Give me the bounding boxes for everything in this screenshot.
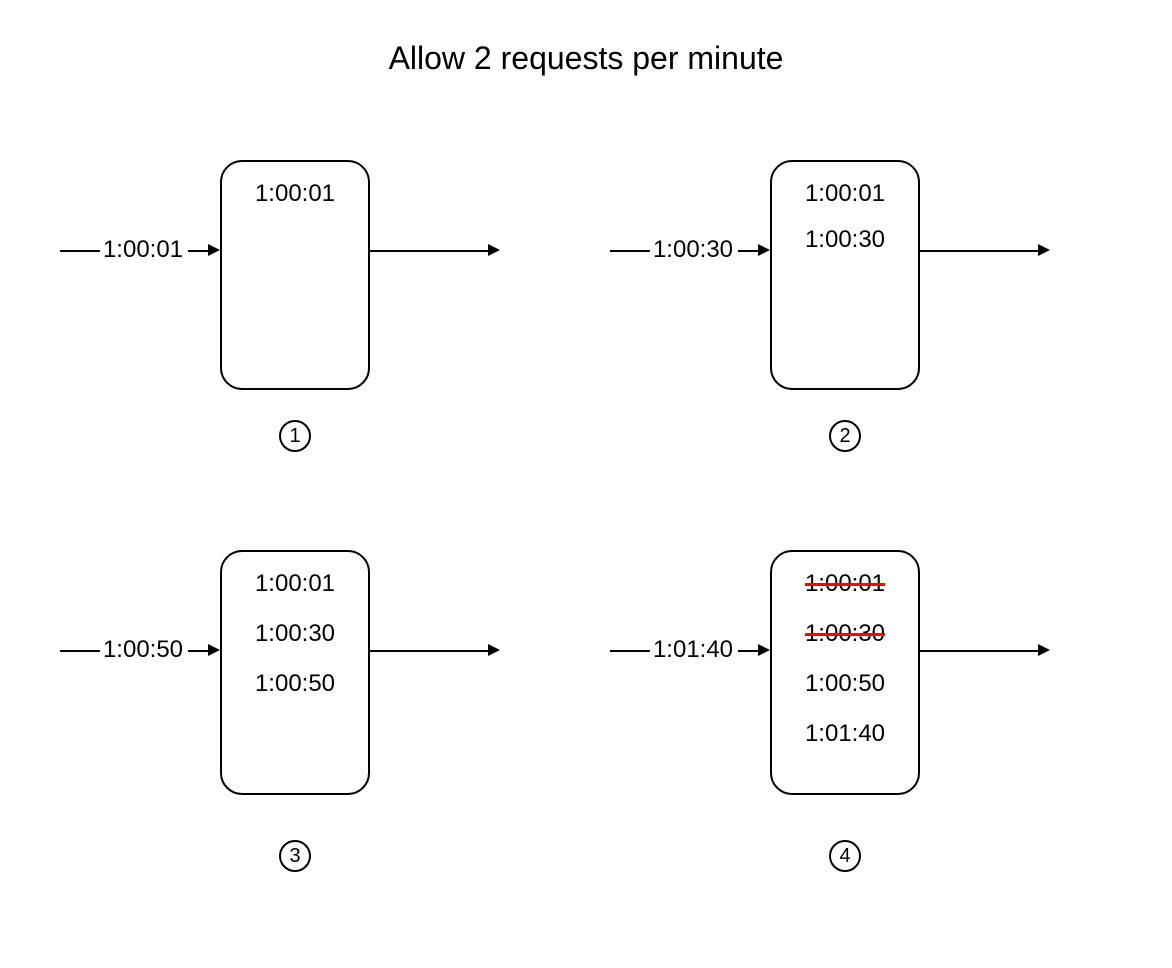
log-box: 1:00:01 1:00:30 1:00:50 (220, 550, 370, 795)
incoming-label: 1:00:01 (98, 236, 188, 264)
arrow-in-line2 (188, 650, 210, 652)
arrow-out-line (920, 650, 1040, 652)
arrow-out-head-icon (488, 244, 500, 256)
panel-4: 1:01:40 1:00:01 1:00:30 1:00:50 1:01:40 … (610, 540, 1100, 900)
arrow-out-line (370, 650, 490, 652)
arrow-in-line (610, 650, 650, 652)
arrow-out-head-icon (1038, 244, 1050, 256)
log-entry: 1:00:50 (222, 670, 368, 698)
arrow-in-line (60, 250, 100, 252)
panel-2: 1:00:30 1:00:01 1:00:30 2 (610, 150, 1100, 480)
arrow-in-head-icon (208, 244, 220, 256)
log-entry: 1:00:50 (772, 670, 918, 698)
diagram-canvas: Allow 2 requests per minute 1:00:01 1:00… (0, 0, 1172, 968)
incoming-label: 1:00:50 (98, 636, 188, 664)
arrow-in-head-icon (758, 644, 770, 656)
panel-3: 1:00:50 1:00:01 1:00:30 1:00:50 3 (60, 540, 550, 900)
log-entry: 1:00:30 (772, 226, 918, 254)
arrow-out-line (920, 250, 1040, 252)
arrow-out-head-icon (488, 644, 500, 656)
log-entry: 1:00:01 (222, 180, 368, 208)
diagram-title: Allow 2 requests per minute (0, 40, 1172, 77)
arrow-in-line2 (738, 650, 760, 652)
arrow-in-line (60, 650, 100, 652)
log-entry: 1:01:40 (772, 720, 918, 748)
arrow-out-head-icon (1038, 644, 1050, 656)
incoming-label: 1:00:30 (648, 236, 738, 264)
step-badge: 2 (829, 420, 861, 452)
arrow-in-head-icon (758, 244, 770, 256)
log-entry: 1:00:30 (222, 620, 368, 648)
panel-1: 1:00:01 1:00:01 1 (60, 150, 550, 480)
log-box: 1:00:01 1:00:30 1:00:50 1:01:40 (770, 550, 920, 795)
step-badge: 4 (829, 840, 861, 872)
step-badge: 1 (279, 420, 311, 452)
arrow-out-line (370, 250, 490, 252)
incoming-label: 1:01:40 (648, 636, 738, 664)
arrow-in-head-icon (208, 644, 220, 656)
log-box: 1:00:01 (220, 160, 370, 390)
log-entry: 1:00:01 (222, 570, 368, 598)
step-badge: 3 (279, 840, 311, 872)
log-entry-struck: 1:00:01 (772, 570, 918, 598)
log-entry: 1:00:01 (772, 180, 918, 208)
arrow-in-line (610, 250, 650, 252)
log-box: 1:00:01 1:00:30 (770, 160, 920, 390)
arrow-in-line2 (738, 250, 760, 252)
log-entry-struck: 1:00:30 (772, 620, 918, 648)
arrow-in-line2 (188, 250, 210, 252)
